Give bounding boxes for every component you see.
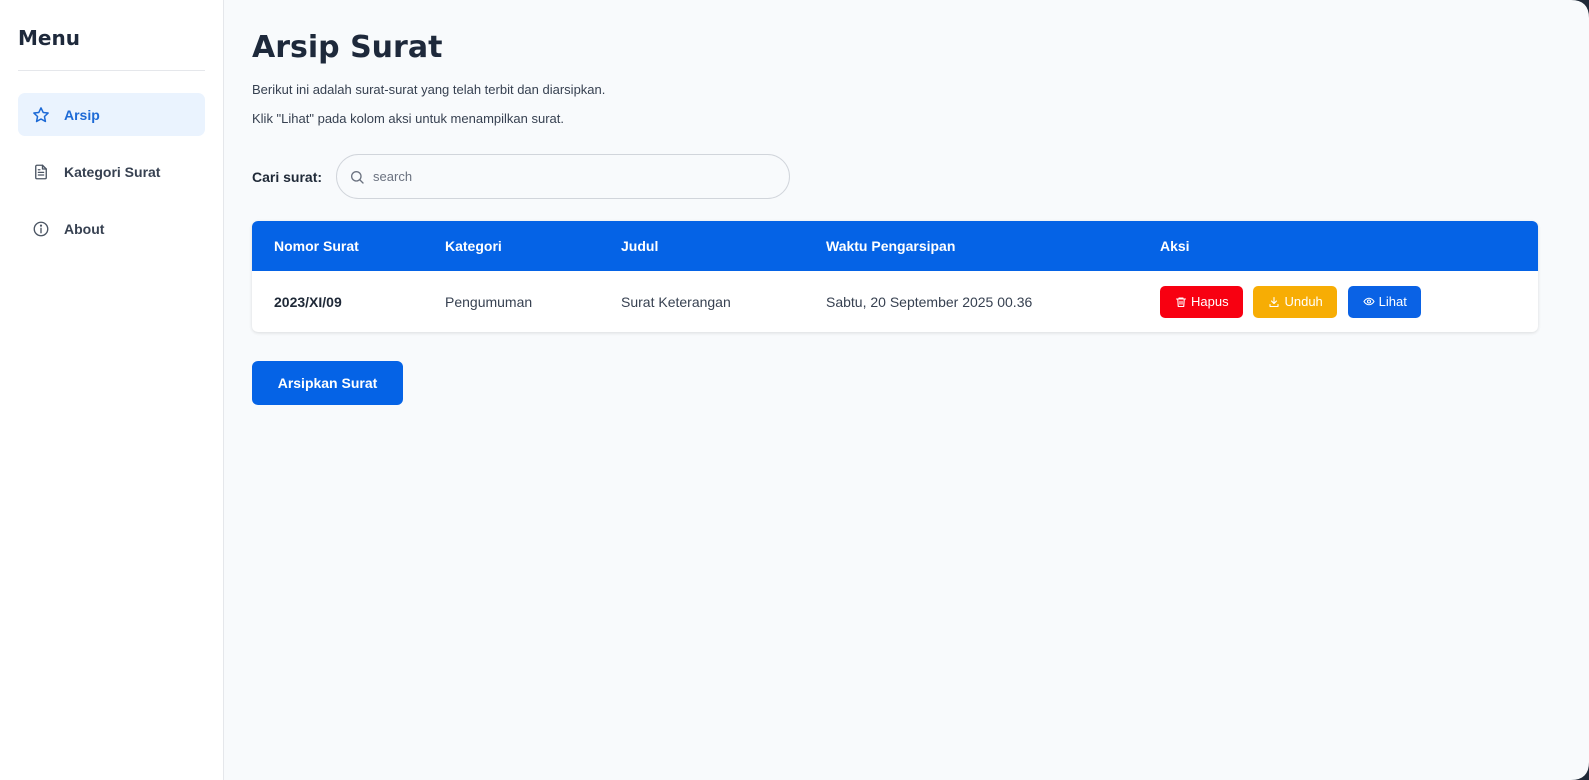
sidebar-item-about[interactable]: About (18, 207, 205, 250)
window-edge (1567, 0, 1589, 780)
trash-icon (1175, 296, 1187, 308)
sidebar-item-label: Kategori Surat (64, 163, 161, 180)
cell-waktu: Sabtu, 20 September 2025 00.36 (826, 293, 1033, 310)
menu-title: Menu (18, 26, 80, 50)
search-input[interactable] (373, 169, 754, 184)
search-icon (349, 169, 365, 185)
sidebar-item-kategori-surat[interactable]: Kategori Surat (18, 150, 205, 193)
search-label: Cari surat: (252, 168, 323, 185)
delete-button-label: Hapus (1191, 294, 1229, 309)
column-header-judul: Judul (621, 238, 659, 254)
cell-kategori: Pengumuman (445, 293, 533, 310)
column-header-nomor: Nomor Surat (274, 238, 359, 254)
info-icon (32, 220, 50, 238)
delete-button[interactable]: Hapus (1160, 285, 1243, 318)
main-content: Arsip Surat Berikut ini adalah surat-sur… (252, 0, 1542, 405)
archive-table: Nomor Surat Kategori Judul Waktu Pengars… (252, 221, 1538, 332)
view-button-label: Lihat (1378, 294, 1407, 309)
sidebar: Menu Arsip Kategori Surat About (0, 0, 224, 780)
star-icon (32, 106, 50, 124)
column-header-aksi: Aksi (1160, 238, 1190, 254)
cell-nomor: 2023/XI/09 (274, 293, 342, 310)
download-button[interactable]: Unduh (1253, 285, 1337, 318)
page-subtitle: Berikut ini adalah surat-surat yang tela… (252, 82, 606, 97)
page-instruction: Klik "Lihat" pada kolom aksi untuk menam… (252, 111, 564, 126)
table-header-row: Nomor Surat Kategori Judul Waktu Pengars… (252, 221, 1538, 271)
table-row: 2023/XI/09 Pengumuman Surat Keterangan S… (252, 271, 1538, 332)
search-box[interactable] (336, 154, 791, 199)
document-icon (32, 163, 50, 181)
sidebar-item-label: Arsip (64, 106, 100, 123)
page-title: Arsip Surat (252, 30, 443, 65)
column-header-kategori: Kategori (445, 238, 502, 254)
cell-aksi: Hapus Unduh Lihat (1138, 271, 1538, 332)
view-button[interactable]: Lihat (1347, 285, 1421, 318)
sidebar-item-arsip[interactable]: Arsip (18, 93, 205, 136)
search-row: Cari surat: (252, 154, 1542, 199)
eye-icon (1363, 296, 1375, 308)
archive-letter-button[interactable]: Arsipkan Surat (252, 361, 403, 405)
download-icon (1268, 296, 1280, 308)
cell-judul: Surat Keterangan (621, 293, 731, 310)
menu-divider (18, 70, 205, 71)
download-button-label: Unduh (1284, 294, 1323, 309)
column-header-waktu: Waktu Pengarsipan (826, 238, 956, 254)
sidebar-item-label: About (64, 220, 105, 237)
